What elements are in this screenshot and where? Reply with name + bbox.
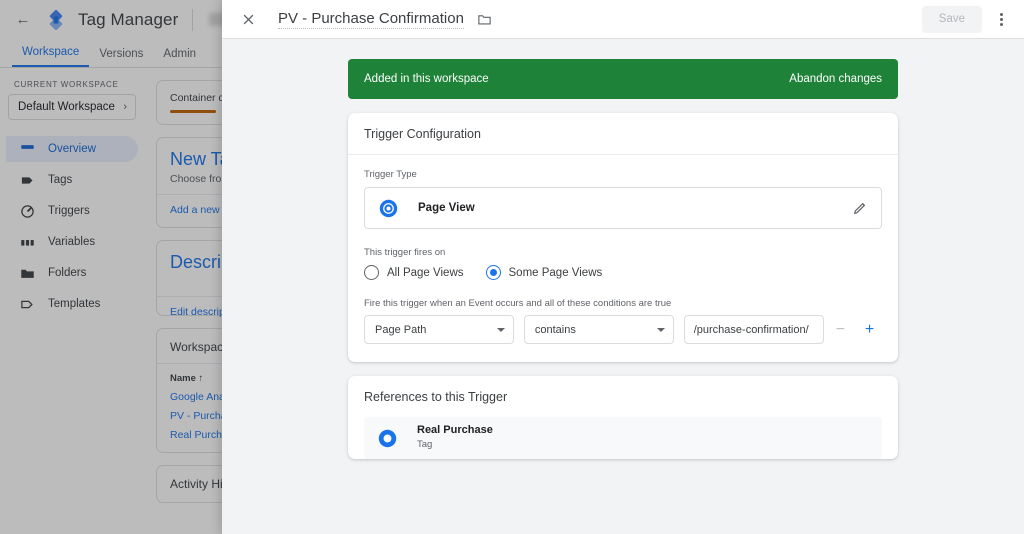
fires-on-label: This trigger fires on [364,247,446,258]
list-item[interactable]: Real Purchase Tag [364,417,882,459]
workspace-status-banner: Added in this workspace Abandon changes [348,59,898,99]
condition-value-input[interactable]: /purchase-confirmation/ [683,315,824,344]
radio-circle-icon [364,265,379,280]
kebab-dot [999,22,1003,26]
pencil-icon[interactable] [852,200,869,217]
abandon-changes-link[interactable]: Abandon changes [789,73,882,85]
folder-icon[interactable] [476,10,494,28]
fires-on-radio-group: All Page Views Some Page Views [364,265,882,280]
more-options-icon[interactable] [988,6,1014,32]
trigger-configuration-card: Trigger Configuration Trigger Type Page … [348,113,898,362]
condition-operator-select[interactable]: contains [523,315,674,344]
references-card: References to this Trigger Real Purchase… [348,376,898,459]
save-button[interactable]: Save [921,5,982,33]
reference-type: Tag [417,439,433,451]
reference-text: Real Purchase Tag [417,424,493,451]
radio-all-page-views[interactable]: All Page Views [364,265,464,280]
radio-some-page-views-label: Some Page Views [508,266,603,279]
dialog-body: Added in this workspace Abandon changes … [222,39,1024,459]
chevron-down-icon [656,327,665,332]
trigger-type-label: Trigger Type [364,169,417,180]
page-view-icon [379,199,398,218]
references-title: References to this Trigger [364,390,508,404]
radio-all-page-views-label: All Page Views [387,266,464,279]
condition-variable-value: Page Path [375,323,427,336]
trigger-editor-dialog: PV - Purchase Confirmation Save Added in… [222,0,1024,534]
kebab-dot [999,12,1003,16]
minus-icon[interactable]: − [828,317,853,343]
condition-variable-select[interactable]: Page Path [364,315,514,344]
kebab-dot [999,17,1003,21]
chevron-down-icon [496,327,505,332]
dialog-header: PV - Purchase Confirmation Save [222,0,1024,39]
tag-circle-icon [378,429,397,448]
condition-operator-value: contains [534,323,576,336]
trigger-type-value: Page View [418,202,475,214]
radio-circle-selected-icon [485,265,501,280]
trigger-configuration-title: Trigger Configuration [348,113,898,155]
condition-row: Page Path contains /purchase-confirmatio… [364,315,882,344]
trigger-name-input[interactable]: PV - Purchase Confirmation [278,10,464,29]
conditions-label: Fire this trigger when an Event occurs a… [364,298,672,309]
plus-icon[interactable]: + [857,317,882,343]
screen-root: ← Tag Manager Workspace Versions Admin C… [0,0,1024,534]
banner-message: Added in this workspace [364,73,489,85]
close-icon[interactable] [236,7,260,31]
trigger-type-row[interactable]: Page View [364,187,882,229]
radio-some-page-views[interactable]: Some Page Views [485,265,603,280]
condition-value-text: /purchase-confirmation/ [693,323,809,336]
trigger-configuration-body: Trigger Type Page View This trigger fire… [348,155,898,362]
reference-name: Real Purchase [417,424,493,437]
